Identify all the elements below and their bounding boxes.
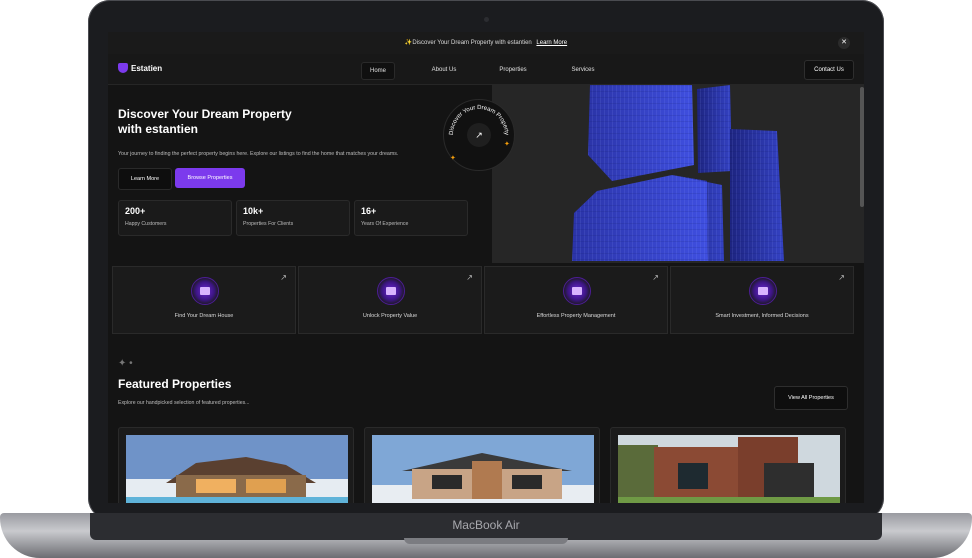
hero-title: Discover Your Dream Property with estant… bbox=[118, 107, 292, 136]
feature-card-property-value[interactable]: ↗ Unlock Property Value bbox=[298, 266, 482, 334]
feature-label: Find Your Dream House bbox=[174, 313, 234, 319]
feature-label: Unlock Property Value bbox=[362, 313, 418, 319]
stat-label: Happy Customers bbox=[125, 221, 167, 227]
stat-label: Properties For Clients bbox=[243, 221, 294, 227]
section-title: Featured Properties bbox=[118, 377, 232, 391]
property-card[interactable] bbox=[118, 427, 354, 503]
arrow-up-right-icon: ↗ bbox=[280, 273, 287, 282]
nav-services[interactable]: Services bbox=[564, 62, 602, 78]
stat-label: Years Of Experience bbox=[361, 221, 409, 227]
arrow-up-right-icon: ↗ bbox=[838, 273, 845, 282]
sparkle-icon: ✦ • bbox=[118, 358, 133, 369]
laptop-notch bbox=[404, 538, 568, 544]
stat-value: 16+ bbox=[361, 206, 377, 216]
brand-name: Estatien bbox=[131, 63, 163, 73]
building-illustration bbox=[492, 85, 864, 263]
stat-customers: 200+ Happy Customers bbox=[118, 200, 232, 236]
contact-button[interactable]: Contact Us bbox=[804, 60, 854, 80]
screen: ✨Discover Your Dream Property with estan… bbox=[108, 32, 864, 503]
feature-label: Smart Investment, Informed Decisions bbox=[715, 313, 809, 319]
discover-badge[interactable]: Discover Your Dream Property ✦ ✦ ↗ bbox=[443, 99, 515, 171]
announcement-link[interactable]: Learn More bbox=[536, 40, 567, 46]
camera-dot bbox=[484, 17, 489, 22]
home-icon bbox=[191, 277, 219, 305]
brand-logo[interactable]: Estatien bbox=[118, 63, 162, 73]
close-icon[interactable]: ✕ bbox=[838, 37, 850, 49]
property-card[interactable] bbox=[364, 427, 600, 503]
announcement-bar: ✨Discover Your Dream Property with estan… bbox=[108, 32, 864, 55]
property-image bbox=[618, 435, 840, 503]
building-icon bbox=[563, 277, 591, 305]
hero-building-image bbox=[492, 85, 864, 263]
hero: Discover Your Dream Property with estant… bbox=[108, 85, 492, 263]
feature-card-investment[interactable]: ↗ Smart Investment, Informed Decisions bbox=[670, 266, 854, 334]
property-image bbox=[372, 435, 594, 503]
feature-label: Effortless Property Management bbox=[536, 313, 616, 319]
nav-about[interactable]: About Us bbox=[423, 62, 465, 78]
property-card[interactable] bbox=[610, 427, 846, 503]
feature-card-management[interactable]: ↗ Effortless Property Management bbox=[484, 266, 668, 334]
device-label: MacBook Air bbox=[452, 518, 520, 532]
sun-icon bbox=[749, 277, 777, 305]
badge-star-icon: ✦ bbox=[504, 140, 510, 148]
view-all-properties-button[interactable]: View All Properties bbox=[774, 386, 848, 410]
stat-properties: 10k+ Properties For Clients bbox=[236, 200, 350, 236]
logo-icon bbox=[118, 63, 128, 73]
section-subtitle: Explore our handpicked selection of feat… bbox=[118, 400, 250, 406]
stat-value: 200+ bbox=[125, 206, 146, 216]
scrollbar[interactable] bbox=[860, 87, 864, 207]
hero-subtitle: Your journey to finding the perfect prop… bbox=[118, 151, 399, 157]
camera-icon bbox=[377, 277, 405, 305]
property-image bbox=[126, 435, 348, 503]
feature-card-dream-house[interactable]: ↗ Find Your Dream House bbox=[112, 266, 296, 334]
arrow-up-right-icon: ↗ bbox=[467, 123, 491, 147]
badge-star-icon-2: ✦ bbox=[450, 154, 456, 162]
nav-properties[interactable]: Properties bbox=[493, 62, 533, 78]
announcement-text: ✨Discover Your Dream Property with estan… bbox=[404, 40, 532, 46]
top-nav: Estatien Home About Us Properties Servic… bbox=[108, 54, 864, 85]
arrow-up-right-icon: ↗ bbox=[652, 273, 659, 282]
stat-experience: 16+ Years Of Experience bbox=[354, 200, 468, 236]
browse-properties-button[interactable]: Browse Properties bbox=[175, 168, 245, 188]
learn-more-button[interactable]: Learn More bbox=[118, 168, 172, 190]
nav-home[interactable]: Home bbox=[361, 62, 395, 80]
arrow-up-right-icon: ↗ bbox=[466, 273, 473, 282]
stat-value: 10k+ bbox=[243, 206, 264, 216]
